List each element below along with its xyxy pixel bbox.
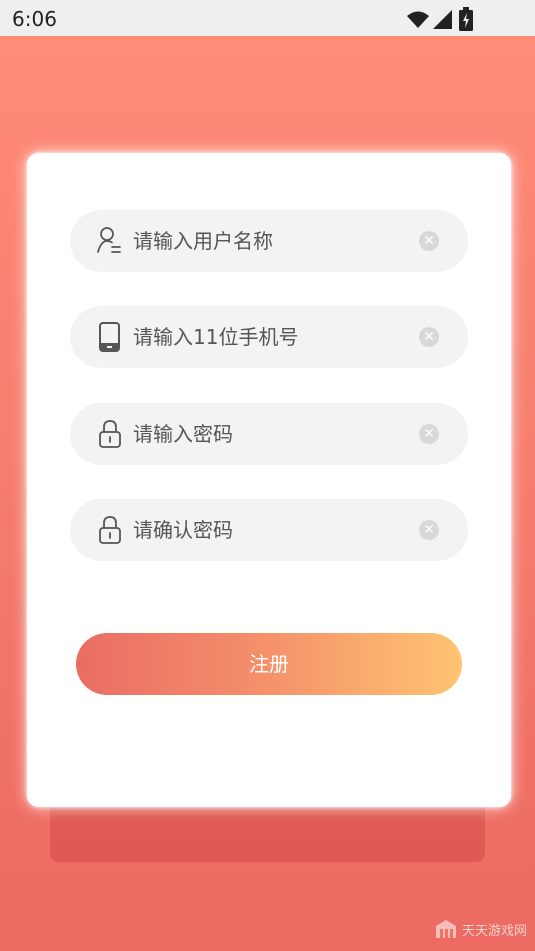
phone-icon bbox=[97, 321, 123, 353]
phone-field[interactable]: ✕ bbox=[70, 306, 468, 368]
clear-icon[interactable]: ✕ bbox=[419, 424, 439, 444]
username-input[interactable] bbox=[133, 222, 403, 260]
user-icon bbox=[97, 225, 123, 257]
lock-icon bbox=[97, 514, 123, 546]
phone-input[interactable] bbox=[133, 318, 403, 356]
username-field[interactable]: ✕ bbox=[70, 210, 468, 272]
password-input[interactable] bbox=[133, 415, 403, 453]
signal-icon bbox=[433, 10, 452, 29]
register-button[interactable]: 注册 bbox=[76, 633, 462, 695]
battery-charging-icon bbox=[459, 7, 473, 31]
lock-icon bbox=[97, 418, 123, 450]
watermark: 天天游戏网 bbox=[434, 917, 527, 941]
clear-icon[interactable]: ✕ bbox=[419, 231, 439, 251]
wifi-icon bbox=[407, 11, 429, 28]
status-icons bbox=[405, 7, 495, 31]
clear-icon[interactable]: ✕ bbox=[419, 520, 439, 540]
watermark-text: 天天游戏网 bbox=[461, 923, 527, 939]
clear-icon[interactable]: ✕ bbox=[419, 327, 439, 347]
watermark-logo bbox=[435, 920, 456, 938]
confirm-password-input[interactable] bbox=[133, 511, 403, 549]
status-time: 6:06 bbox=[12, 7, 57, 31]
register-card: ✕ ✕ ✕ bbox=[27, 153, 511, 807]
status-bar: 6:06 bbox=[0, 0, 535, 36]
confirm-password-field[interactable]: ✕ bbox=[70, 499, 468, 561]
password-field[interactable]: ✕ bbox=[70, 403, 468, 465]
